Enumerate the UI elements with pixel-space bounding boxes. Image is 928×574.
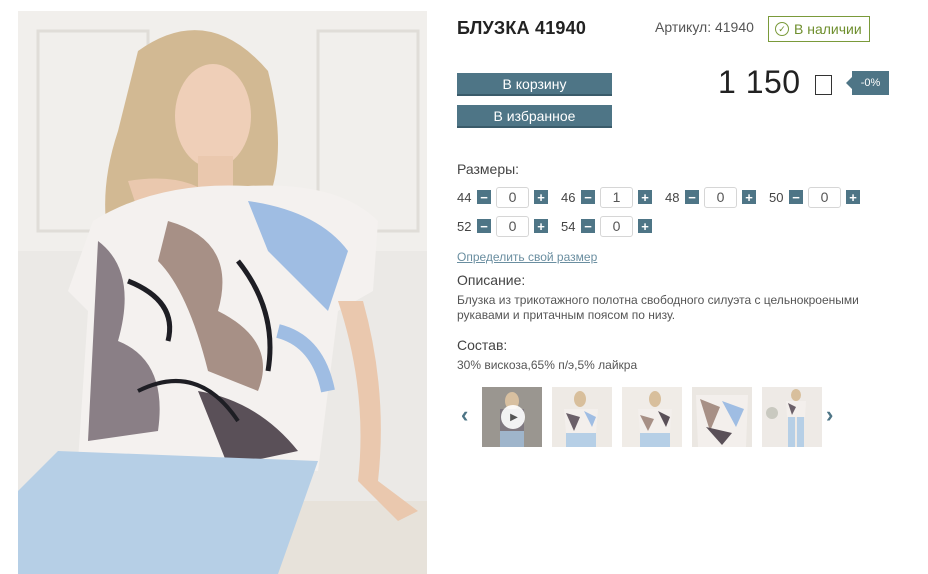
stock-text: В наличии [794, 21, 862, 37]
size-plus-button[interactable]: + [638, 190, 652, 204]
size-option-50: 50 − + [769, 186, 860, 208]
description-label: Описание: [457, 272, 526, 288]
size-minus-button[interactable]: − [581, 190, 595, 204]
size-option-48: 48 − + [665, 186, 756, 208]
size-minus-button[interactable]: − [685, 190, 699, 204]
composition-text: 30% вискоза,65% п/э,5% лайкра [457, 358, 638, 372]
size-minus-button[interactable]: − [477, 190, 491, 204]
size-plus-button[interactable]: + [534, 219, 548, 233]
check-circle-icon: ✓ [775, 22, 789, 36]
size-minus-button[interactable]: − [789, 190, 803, 204]
discount-badge: -0% [846, 71, 889, 95]
price: 1 150 [718, 64, 801, 100]
currency-symbol-icon [815, 75, 832, 95]
size-label: 48 [665, 189, 680, 205]
size-minus-button[interactable]: − [477, 219, 491, 233]
size-option-52: 52 − + [457, 215, 548, 237]
gallery-thumbnail[interactable] [622, 387, 682, 447]
size-option-46: 46 − + [561, 186, 652, 208]
size-quantity-input[interactable] [496, 186, 529, 208]
size-plus-button[interactable]: + [534, 190, 548, 204]
size-quantity-input[interactable] [600, 215, 633, 237]
size-label: 44 [457, 189, 472, 205]
size-minus-button[interactable]: − [581, 219, 595, 233]
size-quantity-input[interactable] [808, 186, 841, 208]
sku-label: Артикул: 41940 [655, 19, 754, 35]
size-plus-button[interactable]: + [638, 219, 652, 233]
gallery-thumbnail[interactable] [762, 387, 822, 447]
gallery-thumbnail[interactable] [552, 387, 612, 447]
play-icon[interactable]: ▶ [501, 405, 525, 429]
size-label: 52 [457, 218, 472, 234]
sizes-label: Размеры: [457, 161, 520, 177]
size-label: 50 [769, 189, 784, 205]
gallery-thumbnail[interactable] [692, 387, 752, 447]
description-text: Блузка из трикотажного полотна свободног… [457, 293, 859, 322]
chevron-left-icon[interactable]: ‹ [461, 404, 468, 426]
product-title: БЛУЗКА 41940 [457, 18, 587, 38]
size-guide-link[interactable]: Определить свой размер [457, 250, 597, 264]
add-to-favorites-button[interactable]: В избранное [457, 105, 612, 128]
size-plus-button[interactable]: + [846, 190, 860, 204]
composition-label: Состав: [457, 337, 508, 353]
size-quantity-input[interactable] [704, 186, 737, 208]
size-quantity-input[interactable] [600, 186, 633, 208]
stock-badge: ✓ В наличии [768, 16, 870, 42]
size-plus-button[interactable]: + [742, 190, 756, 204]
main-product-photo[interactable] [18, 11, 427, 574]
gallery-thumbnail-video[interactable]: ▶ [482, 387, 542, 447]
size-option-54: 54 − + [561, 215, 652, 237]
size-option-44: 44 − + [457, 186, 548, 208]
add-to-cart-button[interactable]: В корзину [457, 73, 612, 96]
size-label: 46 [561, 189, 576, 205]
chevron-right-icon[interactable]: › [826, 404, 833, 426]
size-quantity-input[interactable] [496, 215, 529, 237]
size-label: 54 [561, 218, 576, 234]
